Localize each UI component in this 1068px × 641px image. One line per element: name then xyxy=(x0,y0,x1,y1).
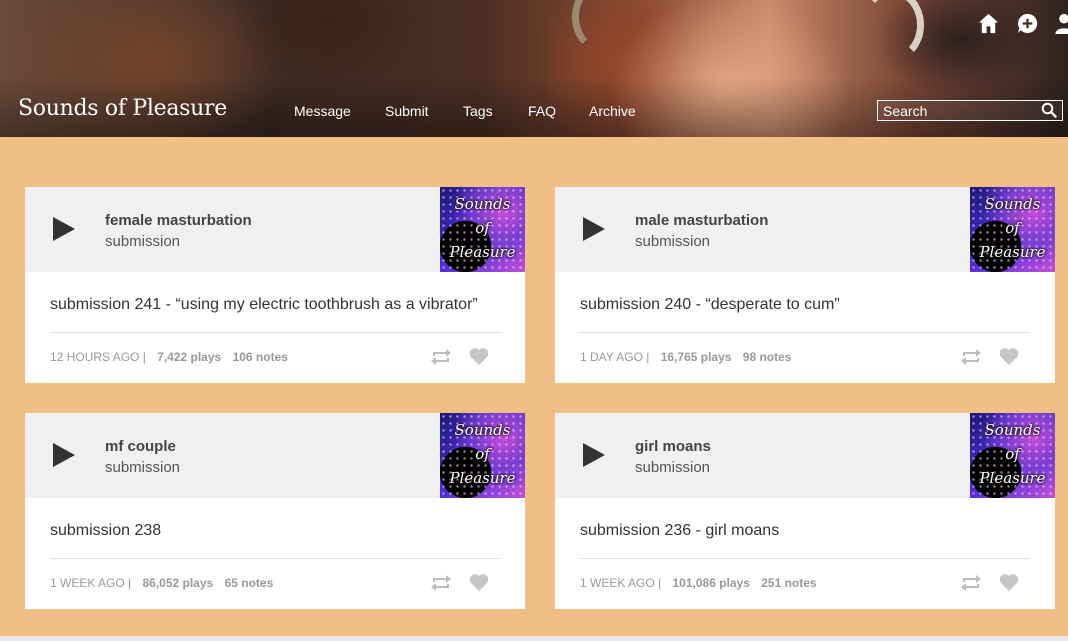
play-count: 16,765 plays xyxy=(660,350,732,364)
album-art-text: of xyxy=(475,219,490,237)
post-caption: submission 241 - “using my electric toot… xyxy=(50,296,478,313)
track-title: male masturbation xyxy=(635,212,769,229)
next-row-edge xyxy=(0,636,1068,641)
album-art-text: Pleasure xyxy=(979,243,1046,261)
track-artist: submission xyxy=(105,233,181,250)
album-art-text: Sounds xyxy=(984,195,1041,213)
divider xyxy=(50,332,500,333)
play-icon[interactable] xyxy=(583,443,605,467)
nav-archive[interactable]: Archive xyxy=(589,103,636,119)
note-count[interactable]: 98 notes xyxy=(743,350,792,364)
track-title: female masturbation xyxy=(105,212,252,229)
album-art-text: Sounds xyxy=(454,195,511,213)
post-caption: submission 236 - girl moans xyxy=(580,522,780,539)
post-meta: 1 WEEK AGO | 101,086 plays 251 notes xyxy=(580,576,817,590)
post-card: mf couple submission Sounds of Pleasure … xyxy=(25,413,525,609)
track-artist: submission xyxy=(635,233,711,250)
note-count[interactable]: 65 notes xyxy=(225,576,274,590)
audio-player: male masturbation submission Sounds of P… xyxy=(555,187,1055,272)
divider xyxy=(50,558,500,559)
play-icon[interactable] xyxy=(583,217,605,241)
search-box xyxy=(877,100,1063,121)
album-art-text: Pleasure xyxy=(979,469,1046,487)
note-count[interactable]: 106 notes xyxy=(233,350,288,364)
divider xyxy=(580,558,1030,559)
album-art: Sounds of Pleasure xyxy=(970,413,1055,498)
nav-message[interactable]: Message xyxy=(294,103,351,119)
banner-image-detail xyxy=(572,0,636,54)
post-timestamp[interactable]: 1 DAY AGO | xyxy=(580,350,649,364)
album-art-text: Sounds xyxy=(454,421,511,439)
album-art-text: of xyxy=(1005,219,1020,237)
reblog-icon[interactable] xyxy=(430,574,452,592)
album-art: Sounds of Pleasure xyxy=(970,187,1055,272)
audio-player: girl moans submission Sounds of Pleasure xyxy=(555,413,1055,498)
track-title: mf couple xyxy=(105,438,176,455)
nav-submit[interactable]: Submit xyxy=(385,103,429,119)
nav-tags[interactable]: Tags xyxy=(463,103,493,119)
reblog-icon[interactable] xyxy=(430,348,452,366)
album-art-text: Pleasure xyxy=(449,243,516,261)
compose-icon[interactable] xyxy=(1016,12,1039,35)
divider xyxy=(580,332,1030,333)
album-art-text: Sounds xyxy=(984,421,1041,439)
post-timestamp[interactable]: 1 WEEK AGO | xyxy=(580,576,661,590)
heart-icon[interactable] xyxy=(469,573,489,592)
post-card: male masturbation submission Sounds of P… xyxy=(555,187,1055,383)
album-art-text: of xyxy=(475,445,490,463)
home-icon[interactable] xyxy=(977,12,1000,35)
play-icon[interactable] xyxy=(53,443,75,467)
album-art: Sounds of Pleasure xyxy=(440,187,525,272)
album-art-text: Pleasure xyxy=(449,469,516,487)
site-title[interactable]: Sounds of Pleasure xyxy=(18,96,227,121)
audio-player: female masturbation submission Sounds of… xyxy=(25,187,525,272)
reblog-icon[interactable] xyxy=(960,348,982,366)
audio-player: mf couple submission Sounds of Pleasure xyxy=(25,413,525,498)
heart-icon[interactable] xyxy=(999,573,1019,592)
note-count[interactable]: 251 notes xyxy=(761,576,816,590)
album-art-text: of xyxy=(1005,445,1020,463)
post-timestamp[interactable]: 1 WEEK AGO | xyxy=(50,576,131,590)
track-artist: submission xyxy=(635,459,711,476)
search-input[interactable] xyxy=(883,102,1033,119)
post-card: female masturbation submission Sounds of… xyxy=(25,187,525,383)
album-art: Sounds of Pleasure xyxy=(440,413,525,498)
play-icon[interactable] xyxy=(53,217,75,241)
user-icon[interactable] xyxy=(1054,12,1068,35)
post-meta: 12 HOURS AGO | 7,422 plays 106 notes xyxy=(50,350,288,364)
play-count: 86,052 plays xyxy=(142,576,214,590)
post-meta: 1 WEEK AGO | 86,052 plays 65 notes xyxy=(50,576,273,590)
post-card: girl moans submission Sounds of Pleasure… xyxy=(555,413,1055,609)
nav-faq[interactable]: FAQ xyxy=(528,103,556,119)
play-count: 7,422 plays xyxy=(157,350,222,364)
play-count: 101,086 plays xyxy=(672,576,750,590)
heart-icon[interactable] xyxy=(999,347,1019,366)
reblog-icon[interactable] xyxy=(960,574,982,592)
post-caption: submission 240 - “desperate to cum” xyxy=(580,296,840,313)
heart-icon[interactable] xyxy=(469,347,489,366)
post-timestamp[interactable]: 12 HOURS AGO | xyxy=(50,350,146,364)
track-title: girl moans xyxy=(635,438,711,455)
banner-image-detail xyxy=(860,0,924,62)
post-caption: submission 238 xyxy=(50,522,162,539)
post-meta: 1 DAY AGO | 16,765 plays 98 notes xyxy=(580,350,791,364)
search-icon[interactable] xyxy=(1041,102,1057,118)
track-artist: submission xyxy=(105,459,181,476)
